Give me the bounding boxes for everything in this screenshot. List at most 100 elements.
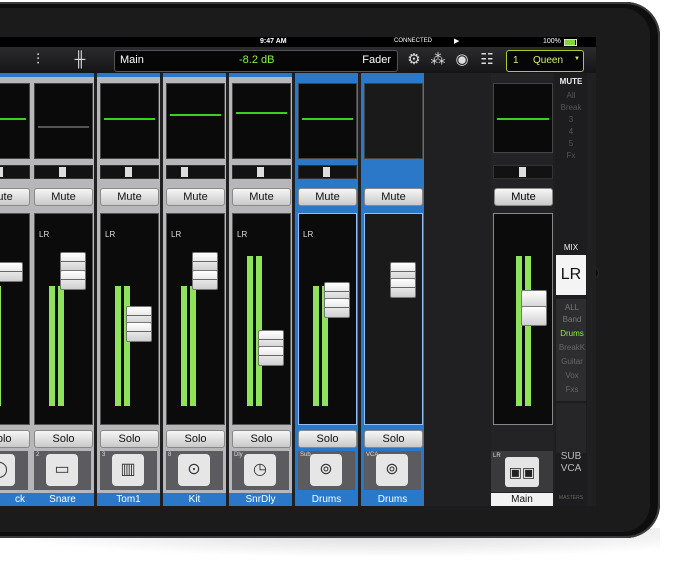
mute-group-item[interactable]: Fx [557,151,585,160]
group-item[interactable]: ALL [558,303,586,312]
channel-number: 3 [102,452,106,458]
channel-number: 8 [168,452,172,458]
scene-name: Queen [533,55,564,66]
master-fader-meter[interactable] [493,213,553,425]
channel-icon-box[interactable]: Dly ◷ [232,451,289,490]
solo-button[interactable]: Solo [34,430,93,448]
lower-groups [556,403,586,453]
fader-meter[interactable]: LR [232,213,291,425]
eq-display[interactable] [100,83,159,159]
channel-icon-box[interactable]: 8 ⊙ [166,451,223,490]
channel-icon-box[interactable]: Sub ⊚ [298,451,355,490]
channel-fader-lower[interactable] [60,270,86,290]
mute-button[interactable]: Mute [0,188,30,206]
main-name[interactable]: Main [491,493,553,506]
scene-selector[interactable]: 1 Queen ▼ [506,50,584,72]
mute-button[interactable]: Mute [298,188,357,206]
group-item[interactable]: Fxs [558,385,586,394]
fader-meter[interactable]: LR [0,213,30,425]
group-item[interactable]: BreakK [558,343,586,352]
group-item[interactable]: Band [558,315,586,324]
fader-readout[interactable]: Main -8.2 dB Fader [114,50,398,72]
solo-button[interactable]: Solo [0,430,30,448]
channel-icon-box[interactable]: 2 ▭ [34,451,91,490]
channel-name[interactable]: SnrDly [229,493,292,506]
drum-kit-icon: ⊙ [178,454,210,486]
master-fader-lower[interactable] [521,306,547,326]
mute-button[interactable]: Mute [494,188,553,206]
solo-button[interactable]: Solo [166,430,225,448]
top-toolbar: ⫶ ╫ Main -8.2 dB Fader ⚙ ⁂ ◉ ☷ 1 Queen ▼ [0,47,596,73]
eq-display[interactable] [298,83,357,159]
solo-button[interactable]: Solo [232,430,291,448]
mute-group-item[interactable]: Break [557,103,585,112]
mix-selected[interactable]: LR [556,255,586,295]
channel-name[interactable]: Snare [31,493,94,506]
channel-strip-drums-vca: Mute Solo VCA ⊚ Drums [361,73,424,506]
channel-icon-box[interactable]: ◯ [0,451,28,490]
fader-meter[interactable]: LR [100,213,159,425]
eq-display[interactable] [34,83,93,159]
channel-name[interactable]: ck [0,493,31,506]
pan-control[interactable] [232,165,291,179]
channel-icon-box[interactable]: 3 ▥ [100,451,157,490]
channel-fader[interactable] [192,252,218,272]
status-time: 9:47 AM [260,38,287,45]
main-icon-box[interactable]: LR ▣▣ [491,451,553,492]
sub-vca-label[interactable]: SUB VCA [555,451,587,475]
mute-button[interactable]: Mute [364,188,423,206]
channel-name[interactable]: Drums [361,493,424,506]
eq-display[interactable] [364,83,423,159]
pan-control[interactable] [0,165,30,179]
mute-button[interactable]: Mute [232,188,291,206]
drum-vca-icon: ⊚ [376,454,408,486]
eq-display[interactable] [493,83,553,153]
layout-icon[interactable]: ☷ [472,50,502,70]
channel-icon-box[interactable]: VCA ⊚ [364,451,421,490]
eq-display[interactable] [0,83,30,159]
channel-name[interactable]: Tom1 [97,493,160,506]
solo-button[interactable]: Solo [364,430,423,448]
mute-button[interactable]: Mute [166,188,225,206]
mute-button[interactable]: Mute [34,188,93,206]
group-item-selected[interactable]: Drums [558,329,586,338]
pan-control[interactable] [298,165,357,179]
channel-fader[interactable] [60,252,86,272]
mute-group-item[interactable]: 3 [557,115,585,124]
channel-fader-lower[interactable] [324,298,350,318]
eq-display[interactable] [232,83,291,159]
mute-group-item[interactable]: All [557,91,585,100]
pan-control[interactable] [100,165,159,179]
pan-control[interactable] [34,165,93,179]
fader-meter[interactable] [364,213,423,425]
meter-label: LR [237,230,248,239]
fader-meter[interactable]: LR [34,213,93,425]
channel-fader[interactable] [0,262,23,282]
channel-fader-lower[interactable] [390,278,416,298]
output-label: LR [493,453,501,459]
channel-fader-lower[interactable] [126,322,152,342]
fader-meter[interactable]: LR [166,213,225,425]
pan-control[interactable] [166,165,225,179]
single-fader-icon[interactable]: ╫ [65,50,95,70]
group-item[interactable]: Vox [558,371,586,380]
tablet-frame: 9:47 AM CONNECTED ▶ 100% ⫶ ╫ Main -8.2 d… [0,2,660,538]
mute-group-item[interactable]: 5 [557,139,585,148]
mute-group-item[interactable]: 4 [557,127,585,136]
channel-name[interactable]: Kit [163,493,226,506]
fader-meter[interactable]: LR [298,213,357,425]
channel-strip-snrdly: Mute LR Solo Dly ◷ SnrDly [229,73,292,506]
fader-value: -8.2 dB [239,54,275,66]
channel-name[interactable]: Drums [295,493,358,506]
channel-fader-lower[interactable] [258,346,284,366]
mute-button[interactable]: Mute [100,188,159,206]
channel-fader-lower[interactable] [192,270,218,290]
solo-button[interactable]: Solo [298,430,357,448]
mixer-view-icon[interactable]: ⫶ [23,50,53,70]
group-item[interactable]: Guitar [558,357,586,366]
kick-drum-icon: ◯ [0,454,15,486]
eq-display[interactable] [166,83,225,159]
delay-clock-icon: ◷ [244,454,276,486]
solo-button[interactable]: Solo [100,430,159,448]
pan-control[interactable] [493,165,553,179]
